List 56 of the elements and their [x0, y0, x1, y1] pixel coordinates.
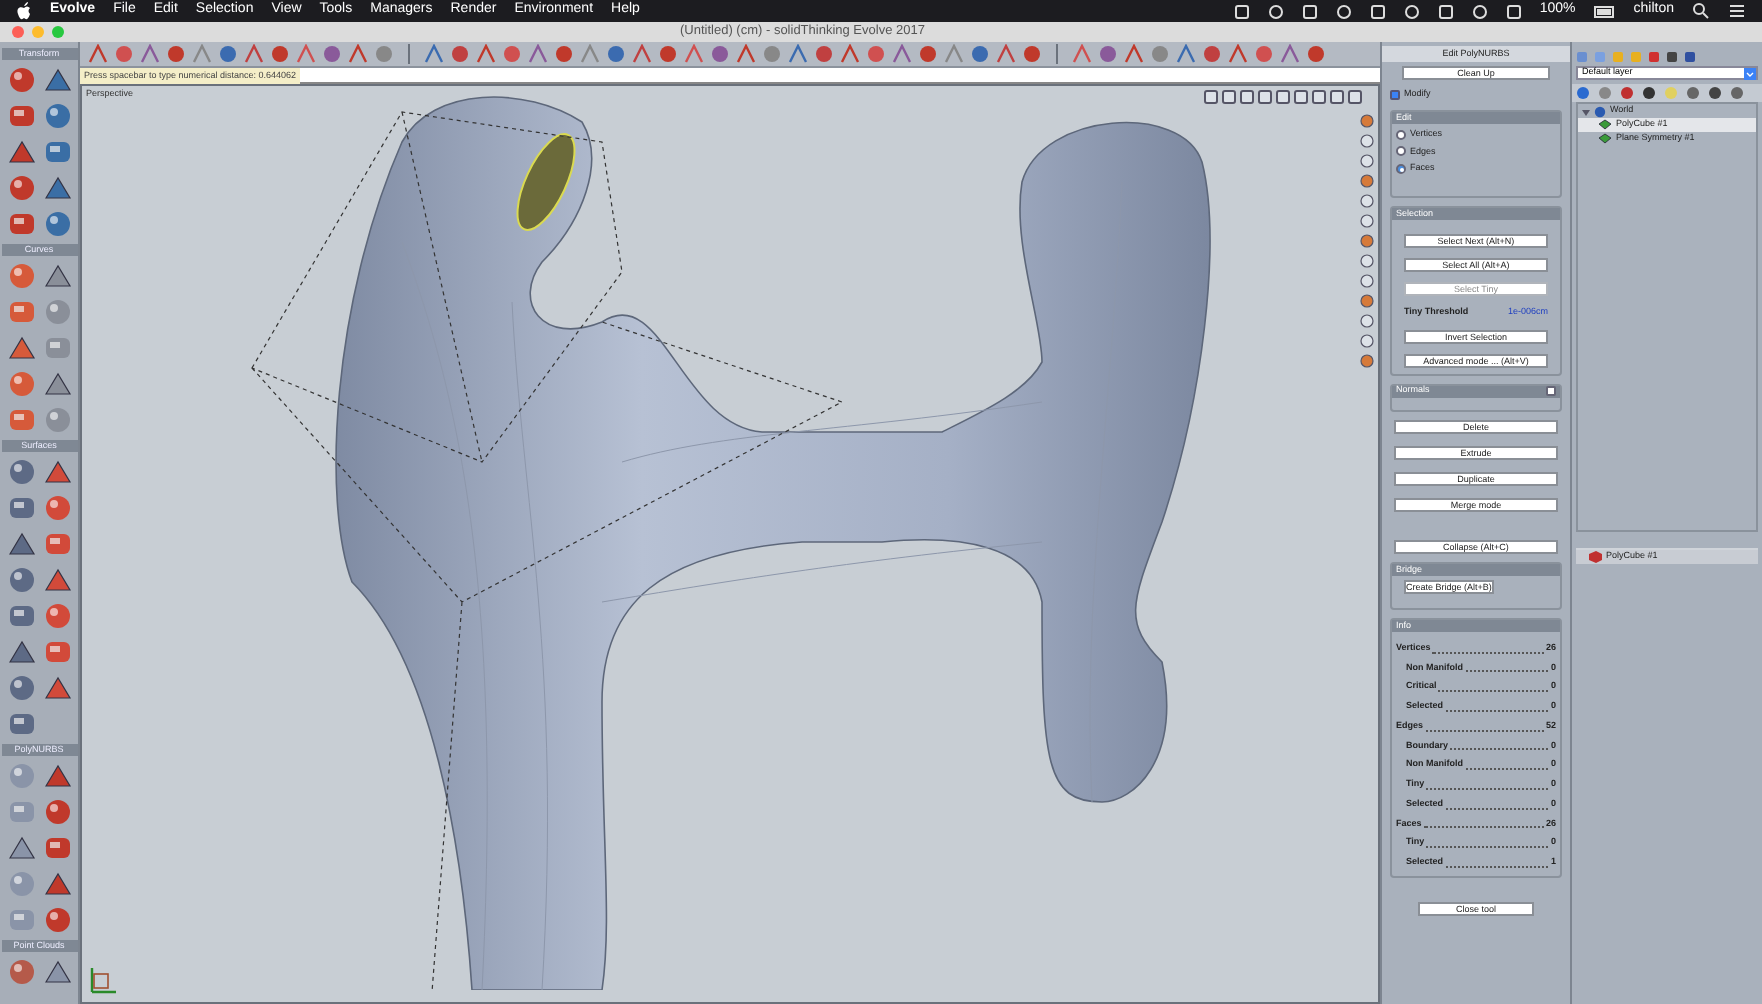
cube-icon[interactable] [1588, 550, 1602, 564]
search-icon[interactable] [1692, 2, 1710, 20]
tool-icon[interactable] [5, 456, 37, 488]
zoom-button[interactable] [52, 26, 64, 38]
tool-icon[interactable] [5, 600, 37, 632]
apple-logo-icon[interactable] [16, 2, 32, 20]
tool-icon[interactable] [41, 832, 73, 864]
tool-icon[interactable] [41, 456, 73, 488]
tool-icon[interactable] [41, 600, 73, 632]
tool-icon[interactable] [41, 564, 73, 596]
tool-icon[interactable] [5, 368, 37, 400]
tool-icon[interactable] [41, 136, 73, 168]
tool-icon[interactable] [5, 172, 37, 204]
tool-icon[interactable] [41, 904, 73, 936]
tool-icon[interactable] [5, 64, 37, 96]
tool-icon[interactable] [41, 760, 73, 792]
tool-icon[interactable] [5, 404, 37, 436]
tool-icon[interactable] [41, 672, 73, 704]
tool-icon[interactable] [5, 564, 37, 596]
tool-icon[interactable] [5, 708, 37, 740]
tool-icon[interactable] [5, 136, 37, 168]
tool-icon[interactable] [41, 796, 73, 828]
radio-button[interactable] [1396, 146, 1406, 157]
battery-icon[interactable] [1593, 3, 1616, 19]
menu-icon[interactable] [1728, 2, 1746, 20]
tool-icon[interactable] [41, 100, 73, 132]
tool-icon[interactable] [5, 672, 37, 704]
tool-icon[interactable] [41, 368, 73, 400]
tool-icon[interactable] [41, 528, 73, 560]
tool-icon[interactable] [41, 956, 73, 988]
tool-icon[interactable] [5, 332, 37, 364]
expand-arrow-icon[interactable] [1582, 107, 1590, 115]
tool-icon[interactable] [41, 64, 73, 96]
tool-icon[interactable] [5, 528, 37, 560]
tool-icon[interactable] [5, 832, 37, 864]
tool-icon[interactable] [41, 868, 73, 900]
tool-icon[interactable] [41, 636, 73, 668]
close-button[interactable] [12, 26, 24, 38]
globe-icon[interactable] [1594, 105, 1606, 117]
tool-icon[interactable] [5, 956, 37, 988]
tool-icon[interactable] [5, 636, 37, 668]
dropdown-arrow-icon[interactable] [1744, 67, 1756, 79]
tool-icon[interactable] [5, 492, 37, 524]
radio-button[interactable] [1396, 164, 1406, 175]
radio-button[interactable] [1396, 129, 1406, 140]
tool-icon[interactable] [5, 296, 37, 328]
tool-icon[interactable] [41, 172, 73, 204]
normals-checkbox[interactable] [1546, 386, 1556, 397]
tool-icon[interactable] [5, 208, 37, 240]
tool-icon[interactable] [41, 208, 73, 240]
tool-icon[interactable] [5, 260, 37, 292]
modify-checkbox[interactable] [1390, 89, 1400, 100]
axis-icon[interactable] [88, 964, 120, 996]
tool-icon[interactable] [41, 260, 73, 292]
tool-icon[interactable] [5, 100, 37, 132]
tool-icon[interactable] [41, 492, 73, 524]
